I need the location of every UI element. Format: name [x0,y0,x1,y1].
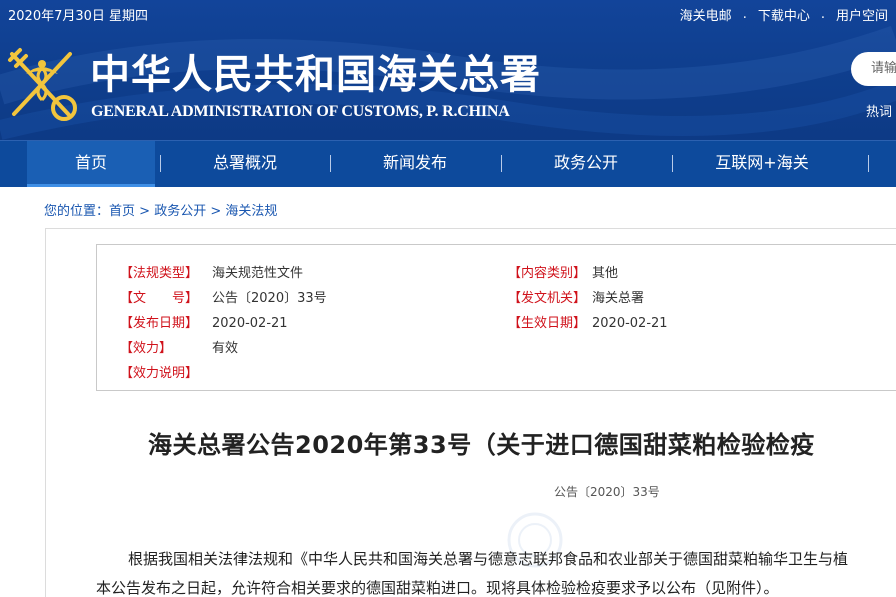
nav-separator [160,155,161,172]
meta-issuing-authority: 【发文机关】 海关总署 [508,287,644,306]
breadcrumb-home[interactable]: 首页 [109,204,135,219]
hot-words-label[interactable]: 热词 [866,101,892,120]
nav-separator [501,155,502,172]
nav-item-home[interactable]: 首页 [27,141,155,187]
meta-regulation-type: 【法规类型】 海关规范性文件 [120,262,303,281]
nav-separator [330,155,331,172]
meta-document-number: 【文 号】 公告〔2020〕33号 [120,287,327,306]
breadcrumb-separator: > [139,204,151,219]
meta-value: 海关规范性文件 [212,266,304,281]
current-date: 2020年7月30日 星期四 [8,9,149,24]
breadcrumb-separator: > [210,204,222,219]
meta-value: 2020-02-21 [592,316,668,331]
nav-item-overview[interactable]: 总署概况 [180,141,310,187]
meta-effective-date: 【生效日期】 2020-02-21 [508,312,668,331]
search-input[interactable]: 请输入 [851,52,896,86]
breadcrumb-customs-regulations[interactable]: 海关法规 [225,204,277,219]
meta-value: 2020-02-21 [212,316,288,331]
top-links: 海关电邮 . 下载中心 . 用户空间 [680,5,888,24]
site-title-en: GENERAL ADMINISTRATION OF CUSTOMS, P. R.… [91,103,510,120]
meta-label: 【文 号】 [120,291,199,306]
meta-content-category: 【内容类别】 其他 [508,262,618,281]
meta-label: 【效力说明】 [120,366,199,381]
meta-value: 有效 [212,341,239,356]
meta-validity-note: 【效力说明】 [120,362,212,381]
document-number: 公告〔2020〕33号 [554,485,660,499]
nav-item-internet-customs[interactable]: 互联网+海关 [692,141,832,187]
customs-email-link[interactable]: 海关电邮 [680,5,732,24]
breadcrumb: 您的位置：首页 > 政务公开 > 海关法规 [44,200,277,219]
meta-publish-date: 【发布日期】 2020-02-21 [120,312,288,331]
site-title-cn: 中华人民共和国海关总署 [90,51,541,98]
meta-label: 【效力】 [120,341,173,356]
nav-separator [868,155,869,172]
meta-validity: 【效力】 有效 [120,337,238,356]
breadcrumb-government-affairs[interactable]: 政务公开 [154,204,206,219]
nav-item-government-affairs[interactable]: 政务公开 [521,141,651,187]
meta-label: 【内容类别】 [508,266,587,281]
link-separator: . [742,7,747,22]
document-title: 海关总署公告2020年第33号（关于进口德国甜菜粕检验检疫 [148,431,815,459]
document-paragraph-line: 本公告发布之日起，允许符合相关要求的德国甜菜粕进口。现将具体检验检疫要求予以公布… [96,579,779,597]
meta-value: 公告〔2020〕33号 [212,291,327,306]
breadcrumb-prefix: 您的位置： [44,204,110,219]
meta-label: 【生效日期】 [508,316,587,331]
meta-value: 海关总署 [592,291,645,306]
document-paragraph-line: 根据我国相关法律法规和《中华人民共和国海关总署与德意志联邦食品和农业部关于德国甜… [128,550,849,568]
customs-emblem-icon[interactable] [4,46,80,124]
meta-label: 【发文机关】 [508,291,587,306]
nav-item-news[interactable]: 新闻发布 [350,141,480,187]
link-separator: . [820,7,825,22]
meta-label: 【发布日期】 [120,316,199,331]
main-nav: 首页 总署概况 新闻发布 政务公开 互联网+海关 [0,140,896,187]
site-header: 2020年7月30日 星期四 海关电邮 . 下载中心 . 用户空间 中华人民共和… [0,0,896,140]
meta-value: 其他 [592,266,619,281]
nav-separator [672,155,673,172]
download-center-link[interactable]: 下载中心 [758,5,810,24]
user-space-link[interactable]: 用户空间 [836,5,888,24]
meta-label: 【法规类型】 [120,266,199,281]
